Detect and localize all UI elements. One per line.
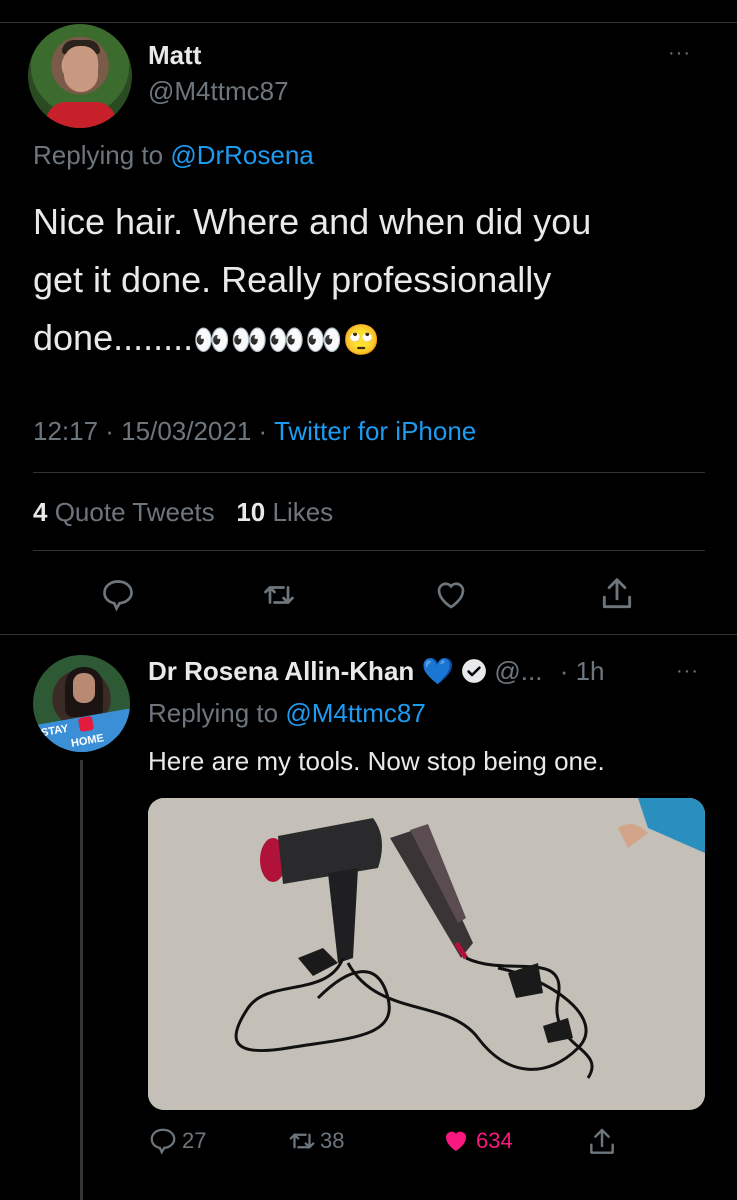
reply-time: · 1h [559, 656, 605, 686]
reply-icon [150, 1128, 176, 1155]
verified-icon [461, 658, 487, 691]
retweet-icon [289, 1133, 315, 1149]
tweet-source-link[interactable]: Twitter for iPhone [274, 416, 476, 446]
author-handle[interactable]: @M4ttmc87 [148, 76, 289, 107]
replying-to-link[interactable]: @M4ttmc87 [285, 698, 426, 728]
retweet-icon[interactable] [260, 577, 298, 613]
reply-header: Dr Rosena Allin-Khan 💙 @... · 1h [148, 656, 605, 691]
emoji-sequence: 👀👀👀👀🙄 [193, 324, 380, 357]
tweet-photo[interactable] [148, 798, 705, 1110]
replying-prefix: Replying to [33, 140, 164, 170]
reply-count: 27 [182, 1128, 207, 1153]
tweet-stats: 4 Quote Tweets 10 Likes [33, 497, 333, 528]
tweet-text-line: done........👀👀👀👀🙄 [33, 317, 380, 358]
like-count: 634 [476, 1128, 513, 1153]
replying-to-link[interactable]: @DrRosena [170, 140, 313, 170]
reply-reply-button[interactable]: 27 [148, 1126, 206, 1156]
blue-heart-icon: 💙 [421, 656, 454, 686]
reply-avatar[interactable]: STAY HOME [33, 655, 130, 752]
top-divider [0, 22, 737, 23]
tweet-timestamp: 12:17 · 15/03/2021 · [33, 416, 274, 446]
replying-prefix: Replying to [148, 698, 279, 728]
reply-actions: 27 38 634 [148, 1126, 705, 1162]
likes-link[interactable]: 10 Likes [236, 497, 333, 527]
divider [0, 634, 737, 635]
like-icon[interactable] [432, 577, 470, 613]
reply-text: Here are my tools. Now stop being one. [148, 746, 605, 776]
reply-share-button[interactable] [586, 1126, 618, 1163]
like-icon [446, 1131, 466, 1151]
reply-icon[interactable] [100, 577, 136, 613]
quote-tweets-link[interactable]: 4 Quote Tweets [33, 497, 215, 527]
retweet-count: 38 [320, 1128, 345, 1153]
replying-to: Replying to @DrRosena [33, 140, 314, 171]
author-name[interactable]: Matt [148, 40, 201, 71]
more-icon[interactable]: ··· [676, 660, 699, 683]
tweet-text-line: get it done. Really professionally [33, 259, 552, 300]
tweet-text: Nice hair. Where and when did you get it… [33, 193, 713, 370]
share-icon [590, 1128, 614, 1154]
divider [33, 550, 705, 551]
reply-author-name[interactable]: Dr Rosena Allin-Khan [148, 656, 414, 686]
reply-retweet-button[interactable]: 38 [286, 1126, 344, 1156]
more-icon[interactable]: ··· [668, 42, 691, 65]
reply-handle[interactable]: @... [494, 656, 542, 686]
reply-like-button[interactable]: 634 [440, 1126, 513, 1156]
tweet-text-line: Nice hair. Where and when did you [33, 201, 592, 242]
author-avatar[interactable] [28, 24, 132, 128]
reply-replying-to: Replying to @M4ttmc87 [148, 698, 426, 729]
tweet-meta: 12:17 · 15/03/2021 · Twitter for iPhone [33, 416, 476, 447]
divider [33, 472, 705, 473]
share-icon[interactable] [598, 575, 636, 613]
thread-line [80, 760, 83, 1200]
